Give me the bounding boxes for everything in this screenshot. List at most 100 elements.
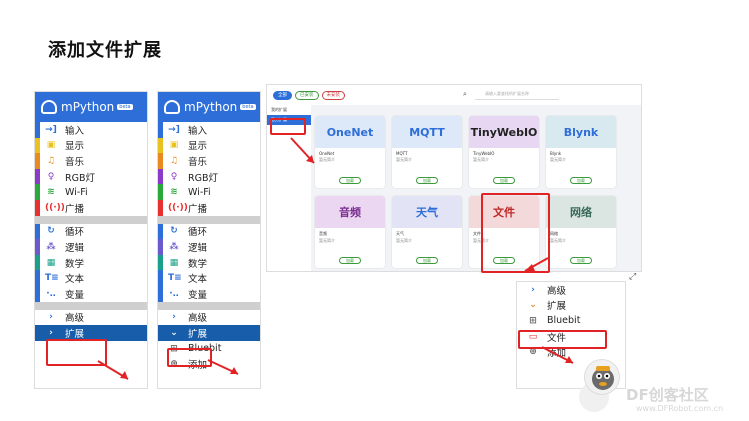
category-item-11[interactable]: › 高级 <box>158 310 260 326</box>
extension-card[interactable]: MQTT MQTT 暂无简介 加载 <box>392 116 462 188</box>
chip-all[interactable]: 全部 <box>273 90 292 100</box>
extension-card[interactable]: Blynk Blynk 暂无简介 加载 <box>546 116 616 188</box>
category-item-2[interactable]: ♫ 音乐 <box>35 153 147 169</box>
category-item-1[interactable]: ▣ 显示 <box>35 137 147 154</box>
category-label: 输入 <box>65 125 85 137</box>
slide-title: 添加文件扩展 <box>48 40 162 61</box>
category-label: RGB灯 <box>188 172 218 184</box>
load-button[interactable]: 加载 <box>339 257 361 264</box>
category-item-1[interactable]: ▣ 显示 <box>158 137 260 154</box>
category-icon: › <box>531 284 535 295</box>
category-item-7[interactable]: ⁂ 逻辑 <box>35 239 147 255</box>
search-input[interactable]: 请输入要查找的扩展名称 <box>475 91 559 100</box>
extension-card[interactable]: 天气 天气 暂无简介 加载 <box>392 196 462 268</box>
category-color-strip <box>35 122 40 138</box>
category-color-strip <box>158 270 163 286</box>
beta-badge: beta <box>117 104 133 110</box>
side-my-extensions[interactable]: 我的扩展 <box>267 105 311 115</box>
card-title: Blynk <box>546 116 616 148</box>
category-item-5[interactable]: ((·)) 广播 <box>35 199 147 216</box>
category-label: 变量 <box>65 289 85 301</box>
fullscreen-icon[interactable]: ⤢ <box>629 272 636 282</box>
load-button[interactable]: 加载 <box>493 177 515 184</box>
category-item-3[interactable]: ♀ RGB灯 <box>35 168 147 185</box>
extension-card[interactable]: OneNet OneNet 暂无简介 加载 <box>315 116 385 188</box>
category-icon: › <box>49 312 53 323</box>
category-label: 扩展 <box>188 328 208 340</box>
card-subtitle: Blynk <box>550 151 562 156</box>
category-label: 显示 <box>188 141 208 153</box>
card-title: 天气 <box>392 196 462 228</box>
category-item-11[interactable]: › 高级 <box>35 310 147 326</box>
load-button[interactable]: 加载 <box>339 177 361 184</box>
category-color-strip <box>158 199 163 216</box>
category-label: 文本 <box>65 274 85 286</box>
category-item-1[interactable]: ⌄ 扩展 <box>517 298 625 314</box>
category-label: 显示 <box>65 141 85 153</box>
category-list: →] 输入 ▣ 显示 ♫ 音乐 ♀ RGB灯 ≋ Wi-Fi ((·)) 广播 ↻ 循环 ⁂ 逻辑 ▦ 数学 T≡ 文… <box>158 122 260 372</box>
category-item-10[interactable]: ·‥ 变量 <box>158 285 260 302</box>
extension-card[interactable]: 网络 网络 暂无简介 加载 <box>546 196 616 268</box>
category-item-9[interactable]: T≡ 文本 <box>158 270 260 286</box>
category-item-10[interactable]: ·‥ 变量 <box>35 285 147 302</box>
category-item-6[interactable]: ↻ 循环 <box>35 223 147 240</box>
category-icon: ▣ <box>46 140 56 151</box>
category-label: 高级 <box>188 313 208 325</box>
category-item-4[interactable]: ≋ Wi-Fi <box>35 184 147 200</box>
mascot-icon <box>584 359 620 395</box>
card-subtitle: 音频 <box>319 231 327 236</box>
extension-card[interactable]: TinyWebIO TinyWebIO 暂无简介 加载 <box>469 116 539 188</box>
card-subtitle: 天气 <box>396 231 404 236</box>
category-item-4[interactable]: ≋ Wi-Fi <box>158 184 260 200</box>
category-color-strip <box>35 184 40 200</box>
load-button[interactable]: 加载 <box>416 257 438 264</box>
category-color-strip <box>35 270 40 286</box>
category-separator <box>158 301 260 310</box>
category-label: 广播 <box>65 203 85 215</box>
category-item-9[interactable]: T≡ 文本 <box>35 270 147 286</box>
category-icon: ·‥ <box>169 288 179 299</box>
category-icon: →] <box>168 124 180 135</box>
category-label: 文本 <box>188 274 208 286</box>
load-button[interactable]: 加载 <box>570 177 592 184</box>
category-item-0[interactable]: › 高级 <box>517 282 625 298</box>
category-icon: ((·)) <box>45 202 65 213</box>
mpython-sidebar-expanded: mPython beta →] 输入 ▣ 显示 ♫ 音乐 ♀ RGB灯 ≋ Wi-Fi ((·)) 广… <box>157 91 261 389</box>
chip-uninstalled[interactable]: 未安装 <box>321 90 345 100</box>
category-label: 音乐 <box>188 156 208 168</box>
category-item-12[interactable]: ⌄ 扩展 <box>158 325 260 341</box>
extension-card[interactable]: 音频 音频 暂无简介 加载 <box>315 196 385 268</box>
chip-installed[interactable]: 已安装 <box>295 90 319 100</box>
category-icon: ♀ <box>47 171 55 182</box>
category-item-8[interactable]: ▦ 数学 <box>158 254 260 271</box>
category-color-strip <box>158 223 163 240</box>
category-item-0[interactable]: →] 输入 <box>158 122 260 138</box>
category-label: 高级 <box>547 285 567 297</box>
category-item-5[interactable]: ((·)) 广播 <box>158 199 260 216</box>
category-item-2[interactable]: ⊞ Bluebit <box>517 313 625 329</box>
category-item-8[interactable]: ▦ 数学 <box>35 254 147 271</box>
category-label: 音乐 <box>65 156 85 168</box>
search-icon: ⌕ <box>463 90 467 98</box>
category-item-2[interactable]: ♫ 音乐 <box>158 153 260 169</box>
category-label: Bluebit <box>547 315 581 327</box>
card-subtitle: MQTT <box>396 151 408 156</box>
category-icon: ≋ <box>47 187 55 198</box>
category-color-strip <box>158 137 163 154</box>
category-icon: › <box>172 312 176 323</box>
category-color-strip <box>35 137 40 154</box>
category-item-7[interactable]: ⁂ 逻辑 <box>158 239 260 255</box>
category-label: 数学 <box>65 258 85 270</box>
category-item-3[interactable]: ♀ RGB灯 <box>158 168 260 185</box>
card-title: MQTT <box>392 116 462 148</box>
category-item-0[interactable]: →] 输入 <box>35 122 147 138</box>
load-button[interactable]: 加载 <box>570 257 592 264</box>
category-separator <box>158 215 260 224</box>
mpython-logo-icon <box>41 100 57 114</box>
load-button[interactable]: 加载 <box>416 177 438 184</box>
category-item-6[interactable]: ↻ 循环 <box>158 223 260 240</box>
app-name: mPython <box>184 100 238 114</box>
category-label: 输入 <box>188 125 208 137</box>
category-icon: ⁂ <box>46 241 56 252</box>
category-icon: › <box>49 327 53 338</box>
